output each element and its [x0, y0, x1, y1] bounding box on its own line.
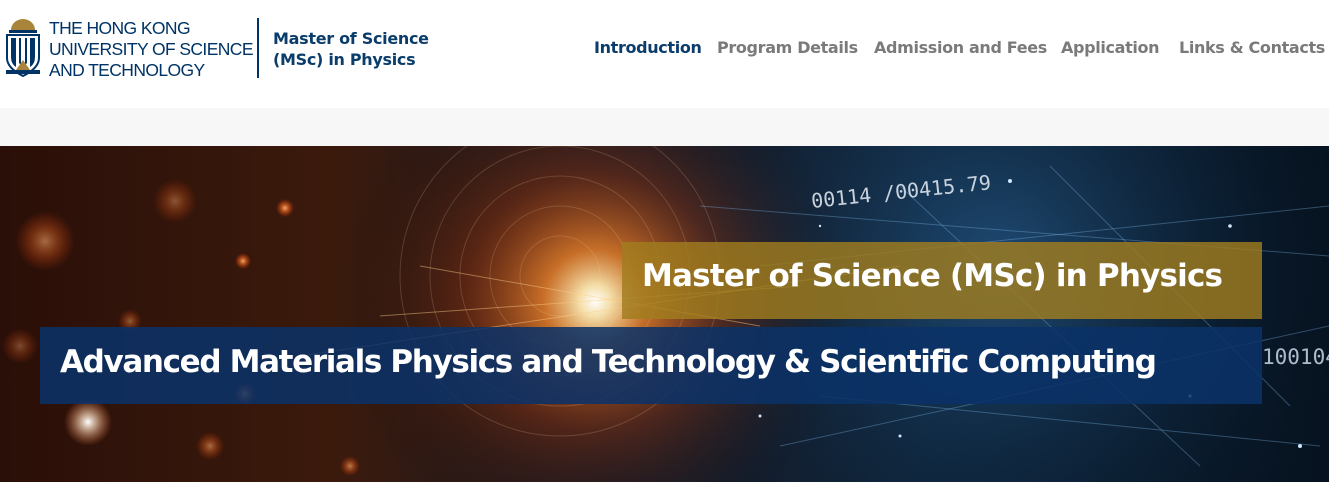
hero-title-box: Master of Science (MSc) in Physics: [622, 242, 1262, 319]
nav-item-program-details[interactable]: Program Details: [717, 38, 858, 57]
hero-title: Master of Science (MSc) in Physics: [642, 258, 1223, 294]
university-name-line-3: AND TECHNOLOGY: [49, 60, 205, 80]
university-name-line-1: THE HONG KONG: [49, 18, 191, 38]
hero-banner: 00114 /00415.79 100104 Master of Science…: [0, 146, 1329, 482]
nav-item-admission-and-fees[interactable]: Admission and Fees: [874, 38, 1047, 57]
nav-item-links-contacts[interactable]: Links & Contacts: [1179, 38, 1325, 57]
site-header: THE HONG KONG UNIVERSITY OF SCIENCE AND …: [0, 0, 1329, 108]
hero-subtitle: Advanced Materials Physics and Technolog…: [60, 344, 1157, 380]
nav-item-application[interactable]: Application: [1061, 38, 1160, 57]
hero-subtitle-box: Advanced Materials Physics and Technolog…: [40, 327, 1262, 404]
main-nav: Introduction Program Details Admission a…: [0, 38, 1329, 60]
nav-item-introduction[interactable]: Introduction: [594, 38, 702, 57]
header-spacer-band: [0, 108, 1329, 146]
background-digits-2: 100104: [1262, 345, 1329, 369]
